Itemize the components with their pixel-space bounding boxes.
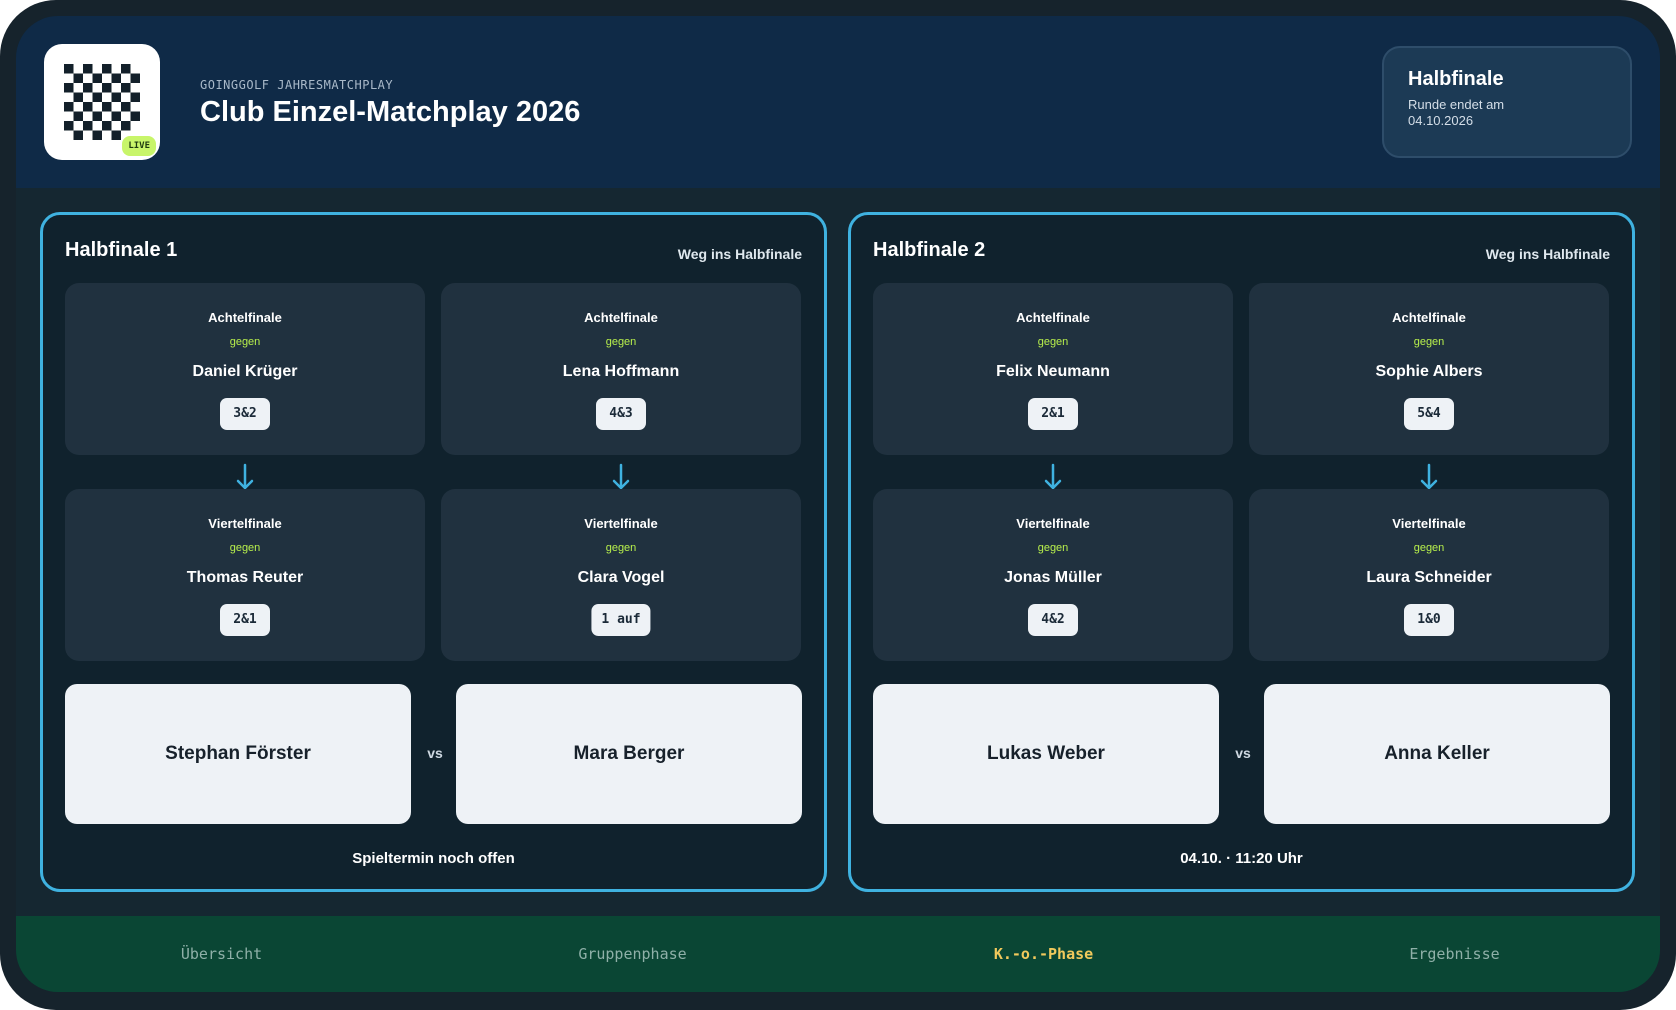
device-frame: LIVE GOINGGOLF JAHRESMATCHPLAY Club Einz…	[0, 0, 1676, 1010]
arrow-down-icon	[236, 463, 254, 490]
match-vs-word: gegen	[229, 336, 261, 348]
match-opponent: Clara Vogel	[577, 569, 665, 586]
schedule-text: Spieltermin noch offen	[352, 850, 515, 867]
match-vs-word: gegen	[605, 336, 637, 348]
match-card[interactable]: Viertelfinale gegen Thomas Reuter 2&1	[65, 489, 425, 661]
match-score: 4&3	[596, 398, 646, 430]
match-card[interactable]: Viertelfinale gegen Laura Schneider 1&0	[1249, 489, 1609, 661]
match-score: 2&1	[1028, 398, 1078, 430]
nav-item-overview[interactable]: Übersicht	[16, 916, 427, 992]
live-badge: LIVE	[122, 136, 156, 156]
match-stage: Viertelfinale	[584, 516, 658, 531]
panel-title: Halbfinale 1	[65, 239, 178, 261]
match-card[interactable]: Viertelfinale gegen Jonas Müller 4&2	[873, 489, 1233, 661]
eyebrow-label: GOINGGOLF JAHRESMATCHPLAY	[200, 78, 394, 92]
match-stage: Achtelfinale	[208, 310, 282, 325]
app-screen: LIVE GOINGGOLF JAHRESMATCHPLAY Club Einz…	[16, 16, 1660, 992]
current-round-card: Halbfinale Runde endet am 04.10.2026	[1382, 46, 1632, 158]
match-opponent: Laura Schneider	[1366, 569, 1492, 586]
match-vs-word: gegen	[1037, 336, 1069, 348]
match-opponent: Felix Neumann	[996, 363, 1110, 380]
semifinal-panel-2: Halbfinale 2 Weg ins Halbfinale Achtelfi…	[848, 212, 1635, 892]
player-card-left[interactable]: Stephan Förster	[65, 684, 411, 824]
match-card[interactable]: Achtelfinale gegen Daniel Krüger 3&2	[65, 283, 425, 455]
current-round-subtitle: Runde endet am 04.10.2026	[1408, 97, 1505, 128]
nav-item-group-phase[interactable]: Gruppenphase	[427, 916, 838, 992]
match-score: 4&2	[1028, 604, 1078, 636]
nav-item-knockout-phase[interactable]: K.-o.-Phase	[838, 916, 1249, 992]
player-card-left[interactable]: Lukas Weber	[873, 684, 1219, 824]
checkered-flag-logo-icon	[64, 64, 140, 140]
match-score: 2&1	[220, 604, 270, 636]
match-card[interactable]: Achtelfinale gegen Sophie Albers 5&4	[1249, 283, 1609, 455]
match-score: 5&4	[1404, 398, 1454, 430]
match-vs-word: gegen	[1413, 336, 1445, 348]
header: LIVE GOINGGOLF JAHRESMATCHPLAY Club Einz…	[16, 16, 1660, 188]
match-vs-word: gegen	[229, 542, 261, 554]
panel-subtitle: Weg ins Halbfinale	[1485, 246, 1610, 262]
match-opponent: Daniel Krüger	[192, 363, 298, 380]
arrow-down-icon	[1420, 463, 1438, 490]
match-vs-word: gegen	[1413, 542, 1445, 554]
app-logo: LIVE	[44, 44, 160, 160]
schedule-text: 04.10. · 11:20 Uhr	[1180, 850, 1303, 867]
arrow-down-icon	[612, 463, 630, 490]
versus-label: vs	[427, 745, 443, 761]
player-card-right[interactable]: Anna Keller	[1264, 684, 1610, 824]
match-stage: Viertelfinale	[1392, 516, 1466, 531]
page-title: Club Einzel-Matchplay 2026	[200, 96, 581, 128]
bottom-nav: Übersicht Gruppenphase K.-o.-Phase Ergeb…	[16, 916, 1660, 992]
match-opponent: Sophie Albers	[1375, 363, 1483, 380]
versus-label: vs	[1235, 745, 1251, 761]
match-card[interactable]: Viertelfinale gegen Clara Vogel 1 auf	[441, 489, 801, 661]
match-stage: Viertelfinale	[208, 516, 282, 531]
match-stage: Achtelfinale	[584, 310, 658, 325]
match-opponent: Jonas Müller	[1004, 569, 1102, 586]
match-card[interactable]: Achtelfinale gegen Felix Neumann 2&1	[873, 283, 1233, 455]
arrow-down-icon	[1044, 463, 1062, 490]
match-score: 1&0	[1404, 604, 1454, 636]
match-vs-word: gegen	[605, 542, 637, 554]
match-score: 1 auf	[591, 604, 651, 636]
match-opponent: Lena Hoffmann	[562, 363, 680, 380]
match-stage: Viertelfinale	[1016, 516, 1090, 531]
nav-item-results[interactable]: Ergebnisse	[1249, 916, 1660, 992]
match-stage: Achtelfinale	[1392, 310, 1466, 325]
match-stage: Achtelfinale	[1016, 310, 1090, 325]
panel-subtitle: Weg ins Halbfinale	[677, 246, 802, 262]
match-score: 3&2	[220, 398, 270, 430]
semifinal-panel-1: Halbfinale 1 Weg ins Halbfinale Achtelfi…	[40, 212, 827, 892]
match-opponent: Thomas Reuter	[186, 569, 304, 586]
current-round-title: Halbfinale	[1408, 68, 1504, 90]
player-card-right[interactable]: Mara Berger	[456, 684, 802, 824]
panel-title: Halbfinale 2	[873, 239, 986, 261]
match-vs-word: gegen	[1037, 542, 1069, 554]
match-card[interactable]: Achtelfinale gegen Lena Hoffmann 4&3	[441, 283, 801, 455]
